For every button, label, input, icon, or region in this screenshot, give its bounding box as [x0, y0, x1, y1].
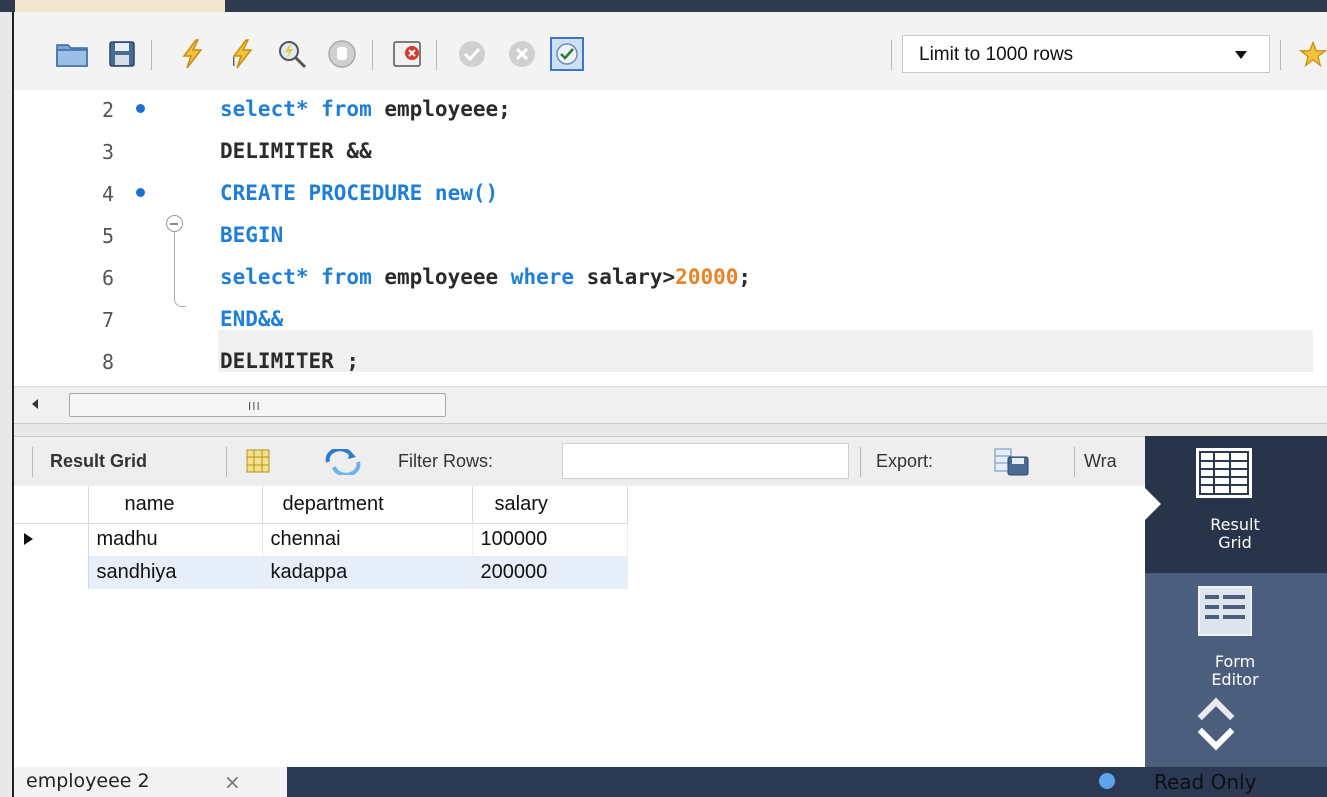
table-cell[interactable]: 100000: [472, 523, 628, 556]
selection-notch: [1145, 488, 1161, 520]
form-editor-panel-button[interactable]: Form Editor: [1145, 573, 1327, 767]
row-selector[interactable]: [14, 556, 89, 589]
toolbar-separator: [860, 447, 861, 477]
sql-editor-toolbar: I Limit to 1000 rows: [14, 12, 1327, 91]
export-label: Export:: [876, 451, 934, 471]
result-grid[interactable]: name department salary madhu chennai 100…: [14, 486, 1145, 767]
table-row[interactable]: sandhiya kadappa 200000: [14, 556, 628, 589]
table-cell[interactable]: sandhiya: [88, 556, 263, 589]
code-text: select* from employeee where salary>2000…: [220, 265, 752, 289]
result-table: name department salary madhu chennai 100…: [14, 486, 628, 589]
open-folder-icon[interactable]: [54, 36, 90, 72]
filter-rows-label: Filter Rows:: [398, 451, 494, 471]
toggle-error-icon[interactable]: [389, 36, 425, 72]
table-cell[interactable]: madhu: [88, 523, 263, 556]
save-icon[interactable]: [104, 36, 140, 72]
code-text: BEGIN: [220, 223, 284, 247]
rollback-icon[interactable]: [504, 36, 540, 72]
code-text: DELIMITER &&: [220, 139, 372, 163]
code-line: 8 DELIMITER ;: [14, 342, 1313, 384]
sql-editor[interactable]: 2 select* from employeee; 3 DELIMITER &&…: [14, 90, 1327, 386]
read-only-status: Read Only: [1154, 770, 1257, 794]
result-grid-panel-button[interactable]: Result Grid: [1145, 436, 1327, 573]
toolbar-separator: [1074, 447, 1075, 477]
table-header-row: name department salary: [14, 486, 628, 524]
line-number: 2: [101, 98, 114, 122]
dropdown-arrow-icon[interactable]: [1235, 51, 1247, 59]
result-tab[interactable]: employeee 2 ×: [14, 767, 287, 797]
row-header-corner: [14, 486, 89, 524]
editor-horizontal-scrollbar[interactable]: III: [14, 386, 1327, 424]
column-header[interactable]: salary: [472, 486, 628, 524]
code-text: CREATE PROCEDURE new(): [220, 181, 499, 205]
execute-current-icon[interactable]: I: [224, 36, 260, 72]
code-text: END&&: [220, 307, 284, 331]
scroll-left-arrow-icon[interactable]: [32, 399, 38, 409]
code-line: 2 select* from employeee;: [14, 90, 1313, 132]
code-line: 6 select* from employeee where salary>20…: [14, 258, 1313, 300]
table-row[interactable]: madhu chennai 100000: [14, 523, 628, 556]
refresh-icon[interactable]: [324, 447, 362, 479]
code-line: 4 CREATE PROCEDURE new(): [14, 174, 1313, 216]
code-text: DELIMITER ;: [220, 349, 360, 373]
scrollbar-thumb[interactable]: III: [69, 393, 446, 417]
row-selector[interactable]: [14, 523, 89, 556]
execute-icon[interactable]: [174, 36, 210, 72]
line-number: 5: [101, 224, 114, 248]
form-editor-icon: [1197, 585, 1253, 641]
table-cell[interactable]: 200000: [472, 556, 628, 589]
column-header[interactable]: department: [262, 486, 473, 524]
column-header[interactable]: name: [88, 486, 263, 524]
line-number: 7: [101, 308, 114, 332]
statement-marker-icon: [136, 104, 145, 113]
status-bar: employeee 2 × Read Only: [14, 767, 1327, 797]
line-number: 8: [101, 350, 114, 374]
toolbar-separator: [891, 40, 892, 70]
close-icon[interactable]: ×: [224, 770, 241, 794]
code-text: select* from employeee;: [220, 97, 511, 121]
wrap-cell-label[interactable]: Wra: [1084, 451, 1117, 472]
mysql-workbench-window: I Limit to 1000 rows 2 select* from empl…: [0, 0, 1327, 797]
statement-marker-icon: [136, 188, 145, 197]
limit-rows-select[interactable]: Limit to 1000 rows: [902, 35, 1270, 73]
result-grid-icon: [1196, 448, 1252, 498]
export-icon[interactable]: [994, 447, 1030, 481]
limit-rows-value: Limit to 1000 rows: [919, 44, 1074, 65]
commit-icon[interactable]: [454, 36, 490, 72]
line-number: 6: [101, 266, 114, 290]
fold-toggle-icon[interactable]: [166, 215, 183, 232]
toolbar-separator: [436, 40, 437, 70]
grid-layout-icon[interactable]: [246, 449, 270, 477]
line-number: 3: [101, 140, 114, 164]
filter-rows-input[interactable]: [562, 443, 849, 479]
code-line: 5 BEGIN: [14, 216, 1313, 258]
current-row-arrow-icon: [24, 533, 33, 546]
result-grid-tab[interactable]: Result Grid: [50, 451, 147, 472]
result-grid-label: Result Grid: [1210, 515, 1260, 552]
bookmark-star-icon[interactable]: [1299, 36, 1327, 72]
toolbar-separator: [226, 447, 227, 477]
toolbar-separator: [372, 40, 373, 70]
autocommit-icon[interactable]: [549, 36, 585, 72]
scrollbar-grip: III: [248, 400, 261, 413]
toolbar-separator: [32, 447, 33, 477]
fold-guide: [174, 232, 175, 298]
table-cell[interactable]: chennai: [262, 523, 473, 556]
info-icon: [1099, 773, 1115, 789]
result-toolbar: Result Grid Filter Rows: Export: Wra: [14, 436, 1145, 488]
form-editor-label: Form Editor: [1211, 652, 1259, 689]
result-tab-label: employeee 2: [26, 770, 150, 792]
table-cell[interactable]: kadappa: [262, 556, 473, 589]
explain-icon[interactable]: [274, 36, 310, 72]
line-number: 4: [101, 182, 114, 206]
code-line: 3 DELIMITER &&: [14, 132, 1313, 174]
result-side-panel: Result Grid Form Editor: [1145, 436, 1327, 767]
svg-text:I: I: [232, 55, 236, 69]
top-tab-strip: [0, 0, 1327, 12]
toolbar-separator: [151, 40, 152, 70]
toolbar-separator: [1280, 40, 1281, 70]
query-tab[interactable]: [15, 0, 225, 12]
stop-icon[interactable]: [324, 36, 360, 72]
